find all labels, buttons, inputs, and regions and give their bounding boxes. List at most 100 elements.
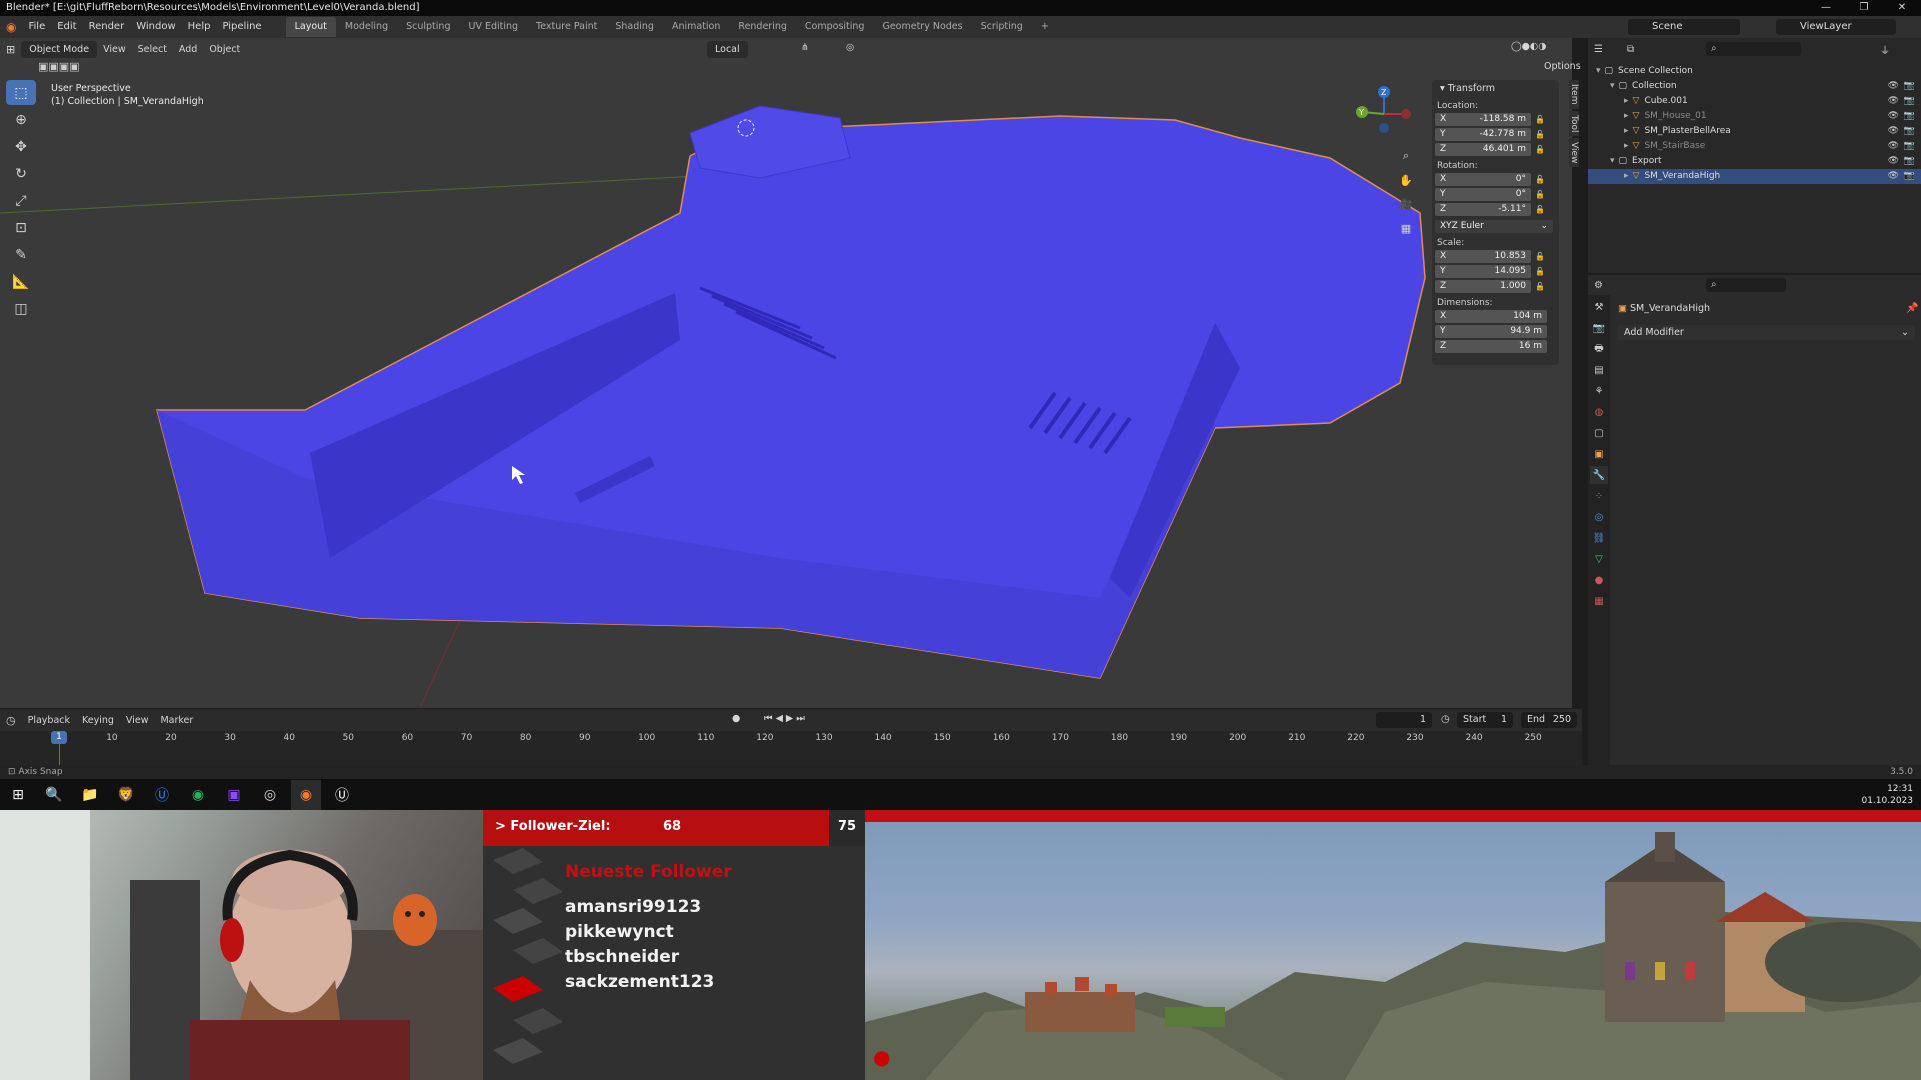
location-z-field[interactable]: Z 46.401 m <box>1435 142 1531 156</box>
visibility-eye-icon[interactable]: 👁 <box>1888 139 1899 154</box>
render-camera-icon[interactable]: 📷 <box>1904 109 1915 124</box>
windows-start-icon[interactable]: ⊞ <box>3 780 33 810</box>
rotation-x-field[interactable]: X 0° <box>1435 172 1531 186</box>
cursor-tool-icon[interactable]: ⊕ <box>6 107 36 132</box>
dimensions-y-field[interactable]: Y 94.9 m <box>1435 324 1547 338</box>
proportional-edit-icon[interactable]: ◎ <box>840 42 860 53</box>
tab-compositing[interactable]: Compositing <box>796 17 874 37</box>
render-camera-icon[interactable]: 📷 <box>1904 124 1915 139</box>
tab-texture-paint[interactable]: Texture Paint <box>527 17 606 37</box>
menu-help[interactable]: Help <box>182 16 217 38</box>
lock-icon[interactable]: 🔓 <box>1535 175 1547 184</box>
collection-props-icon[interactable]: ▢ <box>1590 424 1608 442</box>
obs-icon[interactable]: ◎ <box>255 780 285 810</box>
dimensions-z-field[interactable]: Z 16 m <box>1435 339 1547 353</box>
tab-view[interactable]: View <box>1569 137 1579 168</box>
start-frame-field[interactable]: Start 1 <box>1457 712 1513 728</box>
lock-icon[interactable]: 🔓 <box>1535 267 1547 276</box>
expand-arrow-icon[interactable]: ▸ <box>1624 124 1629 139</box>
camera-view-icon[interactable]: 🎥 <box>1396 193 1416 215</box>
render-camera-icon[interactable]: 📷 <box>1904 169 1915 184</box>
end-frame-field[interactable]: End 250 <box>1521 712 1577 728</box>
selection-mode-icons[interactable]: ▣▣▣▣ <box>38 60 80 73</box>
lock-icon[interactable]: 🔓 <box>1535 205 1547 214</box>
options-button[interactable]: Options <box>1538 61 1587 72</box>
data-props-icon[interactable]: ▽ <box>1590 550 1608 568</box>
menu-timeline-view[interactable]: View <box>120 715 155 726</box>
zoom-icon[interactable]: ⌕ <box>1396 145 1416 167</box>
blender-taskbar-icon[interactable]: ◉ <box>291 779 321 810</box>
select-tool-icon[interactable]: ⬚ <box>6 80 36 105</box>
outliner-row[interactable]: ▸ ▽ Cube.001 👁 📷 <box>1588 94 1921 109</box>
menu-object[interactable]: Object <box>203 44 246 55</box>
tab-shading[interactable]: Shading <box>606 17 663 37</box>
transform-orientation-selector[interactable]: Local <box>707 41 748 58</box>
lock-icon[interactable]: 🔓 <box>1535 130 1547 139</box>
physics-props-icon[interactable]: ◎ <box>1590 508 1608 526</box>
menu-render[interactable]: Render <box>83 16 131 38</box>
render-props-icon[interactable]: 📷 <box>1590 319 1608 337</box>
menu-playback[interactable]: Playback <box>22 715 76 726</box>
outliner-row[interactable]: ▸ ▽ SM_PlasterBellArea 👁 📷 <box>1588 124 1921 139</box>
visibility-eye-icon[interactable]: 👁 <box>1888 169 1899 184</box>
tool-props-icon[interactable]: ⚒ <box>1590 298 1608 316</box>
outliner-row[interactable]: ▾ ▢ Export 👁 📷 <box>1588 154 1921 169</box>
menu-add[interactable]: Add <box>173 44 203 55</box>
scale-y-field[interactable]: Y 14.095 <box>1435 264 1531 278</box>
location-x-field[interactable]: X -118.58 m <box>1435 112 1531 126</box>
brave-browser-icon[interactable]: 🦁 <box>111 780 141 810</box>
tab-sculpting[interactable]: Sculpting <box>397 17 459 37</box>
tab-rendering[interactable]: Rendering <box>729 17 796 37</box>
snap-icon[interactable]: ⋔ <box>795 42 815 53</box>
annotate-tool-icon[interactable]: ✎ <box>6 242 36 267</box>
playback-controls-icon[interactable]: ⏮ ◀ ▶ ⏭ <box>758 713 811 724</box>
scale-x-field[interactable]: X 10.853 <box>1435 249 1531 263</box>
scale-z-field[interactable]: Z 1.000 <box>1435 279 1531 293</box>
tab-item[interactable]: Item <box>1569 80 1579 109</box>
ubisoft-app-icon[interactable]: Ⓤ <box>147 780 177 810</box>
expand-arrow-icon[interactable]: ▸ <box>1624 94 1629 109</box>
tab-scripting[interactable]: Scripting <box>972 17 1032 37</box>
outliner-search-icon[interactable]: ⌕ <box>1706 42 1801 56</box>
menu-select[interactable]: Select <box>132 44 173 55</box>
tab-modeling[interactable]: Modeling <box>336 17 397 37</box>
twitch-icon[interactable]: ▣ <box>219 780 249 810</box>
measure-tool-icon[interactable]: 📐 <box>6 269 36 294</box>
render-camera-icon[interactable]: 📷 <box>1904 154 1915 169</box>
move-tool-icon[interactable]: ✥ <box>6 134 36 159</box>
outliner-row[interactable]: ▸ ▽ SM_StairBase 👁 📷 <box>1588 139 1921 154</box>
visibility-eye-icon[interactable]: 👁 <box>1888 124 1899 139</box>
tab-tool[interactable]: Tool <box>1569 110 1579 136</box>
outliner-row[interactable]: ▾ ▢ Scene Collection <box>1588 64 1921 79</box>
minimize-button[interactable]: — <box>1807 0 1845 16</box>
lock-icon[interactable]: 🔓 <box>1535 115 1547 124</box>
menu-edit[interactable]: Edit <box>51 16 82 38</box>
timeline-track[interactable]: 1102030405060708090100110120130140150160… <box>0 731 1582 769</box>
menu-view[interactable]: View <box>97 44 132 55</box>
render-camera-icon[interactable]: 📷 <box>1904 79 1915 94</box>
output-props-icon[interactable]: 🖶 <box>1590 340 1608 358</box>
rotation-y-field[interactable]: Y 0° <box>1435 187 1531 201</box>
view-layer-props-icon[interactable]: ▤ <box>1590 361 1608 379</box>
texture-props-icon[interactable]: ▦ <box>1590 592 1608 610</box>
menu-file[interactable]: File <box>22 16 51 38</box>
clock[interactable]: 12:31 01.10.2023 <box>1861 783 1913 807</box>
view-layer-selector[interactable]: ViewLayer <box>1776 19 1896 35</box>
render-camera-icon[interactable]: 📷 <box>1904 139 1915 154</box>
properties-editor-icon[interactable]: ⚙ <box>1594 280 1603 291</box>
object-props-icon[interactable]: ▣ <box>1590 445 1608 463</box>
lock-icon[interactable]: 🔓 <box>1535 252 1547 261</box>
rotation-z-field[interactable]: Z -5.11° <box>1435 202 1531 216</box>
dimensions-x-field[interactable]: X 104 m <box>1435 309 1547 323</box>
lock-icon[interactable]: 🔓 <box>1535 190 1547 199</box>
unreal-engine-icon[interactable]: Ⓤ <box>327 780 357 810</box>
visibility-eye-icon[interactable]: 👁 <box>1888 109 1899 124</box>
lock-icon[interactable]: 🔓 <box>1535 282 1547 291</box>
mode-selector[interactable]: Object Mode <box>21 40 98 58</box>
rotate-tool-icon[interactable]: ↻ <box>6 161 36 186</box>
expand-arrow-icon[interactable]: ▾ <box>1610 79 1615 94</box>
visibility-eye-icon[interactable]: 👁 <box>1888 79 1899 94</box>
spotify-icon[interactable]: ◉ <box>183 780 213 810</box>
particles-props-icon[interactable]: ⁘ <box>1590 487 1608 505</box>
visibility-eye-icon[interactable]: 👁 <box>1888 94 1899 109</box>
